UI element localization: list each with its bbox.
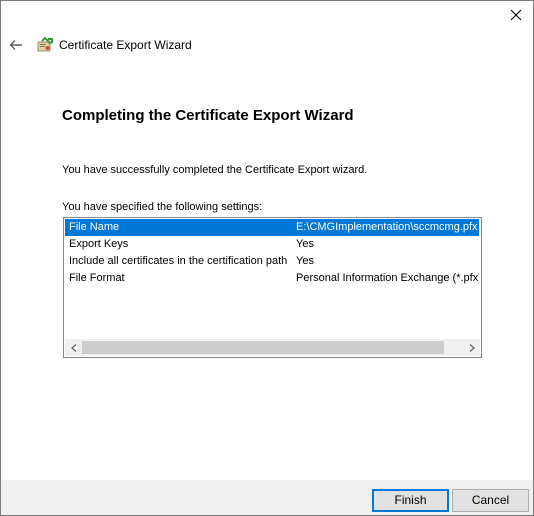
button-bar: Finish Cancel <box>1 480 533 515</box>
list-item-include-certs[interactable]: Include all certificates in the certific… <box>65 253 479 270</box>
setting-name: File Format <box>69 272 125 284</box>
setting-value: Personal Information Exchange (*.pfx) <box>296 272 479 284</box>
chevron-right-icon <box>469 343 475 352</box>
list-item-export-keys[interactable]: Export Keys Yes <box>65 236 479 253</box>
setting-value: Yes <box>296 238 314 250</box>
horizontal-scrollbar[interactable] <box>65 339 480 356</box>
close-button[interactable] <box>505 5 527 25</box>
settings-label: You have specified the following setting… <box>62 201 263 213</box>
setting-value: E:\CMGImplementation\sccmcmg.pfx <box>296 221 478 233</box>
scroll-right-button[interactable] <box>463 339 480 356</box>
window-title: Certificate Export Wizard <box>59 38 192 52</box>
setting-value: Yes <box>296 255 314 267</box>
page-heading: Completing the Certificate Export Wizard <box>62 107 354 124</box>
back-arrow-icon <box>9 40 22 50</box>
scroll-thumb[interactable] <box>82 341 444 354</box>
wizard-window: Certificate Export Wizard Completing the… <box>0 0 534 516</box>
chevron-left-icon <box>70 343 76 352</box>
certificate-icon <box>37 36 53 52</box>
scroll-left-button[interactable] <box>65 339 82 356</box>
success-message: You have successfully completed the Cert… <box>62 164 368 176</box>
setting-name: Include all certificates in the certific… <box>69 255 288 267</box>
back-button[interactable] <box>7 36 25 54</box>
close-icon <box>510 9 522 21</box>
finish-button[interactable]: Finish <box>372 489 449 512</box>
setting-name: Export Keys <box>69 238 129 250</box>
list-item-file-name[interactable]: File Name E:\CMGImplementation\sccmcmg.p… <box>65 219 479 236</box>
setting-name: File Name <box>69 221 120 233</box>
settings-list[interactable]: File Name E:\CMGImplementation\sccmcmg.p… <box>63 217 482 358</box>
cancel-button[interactable]: Cancel <box>452 489 529 512</box>
list-item-file-format[interactable]: File Format Personal Information Exchang… <box>65 270 479 287</box>
